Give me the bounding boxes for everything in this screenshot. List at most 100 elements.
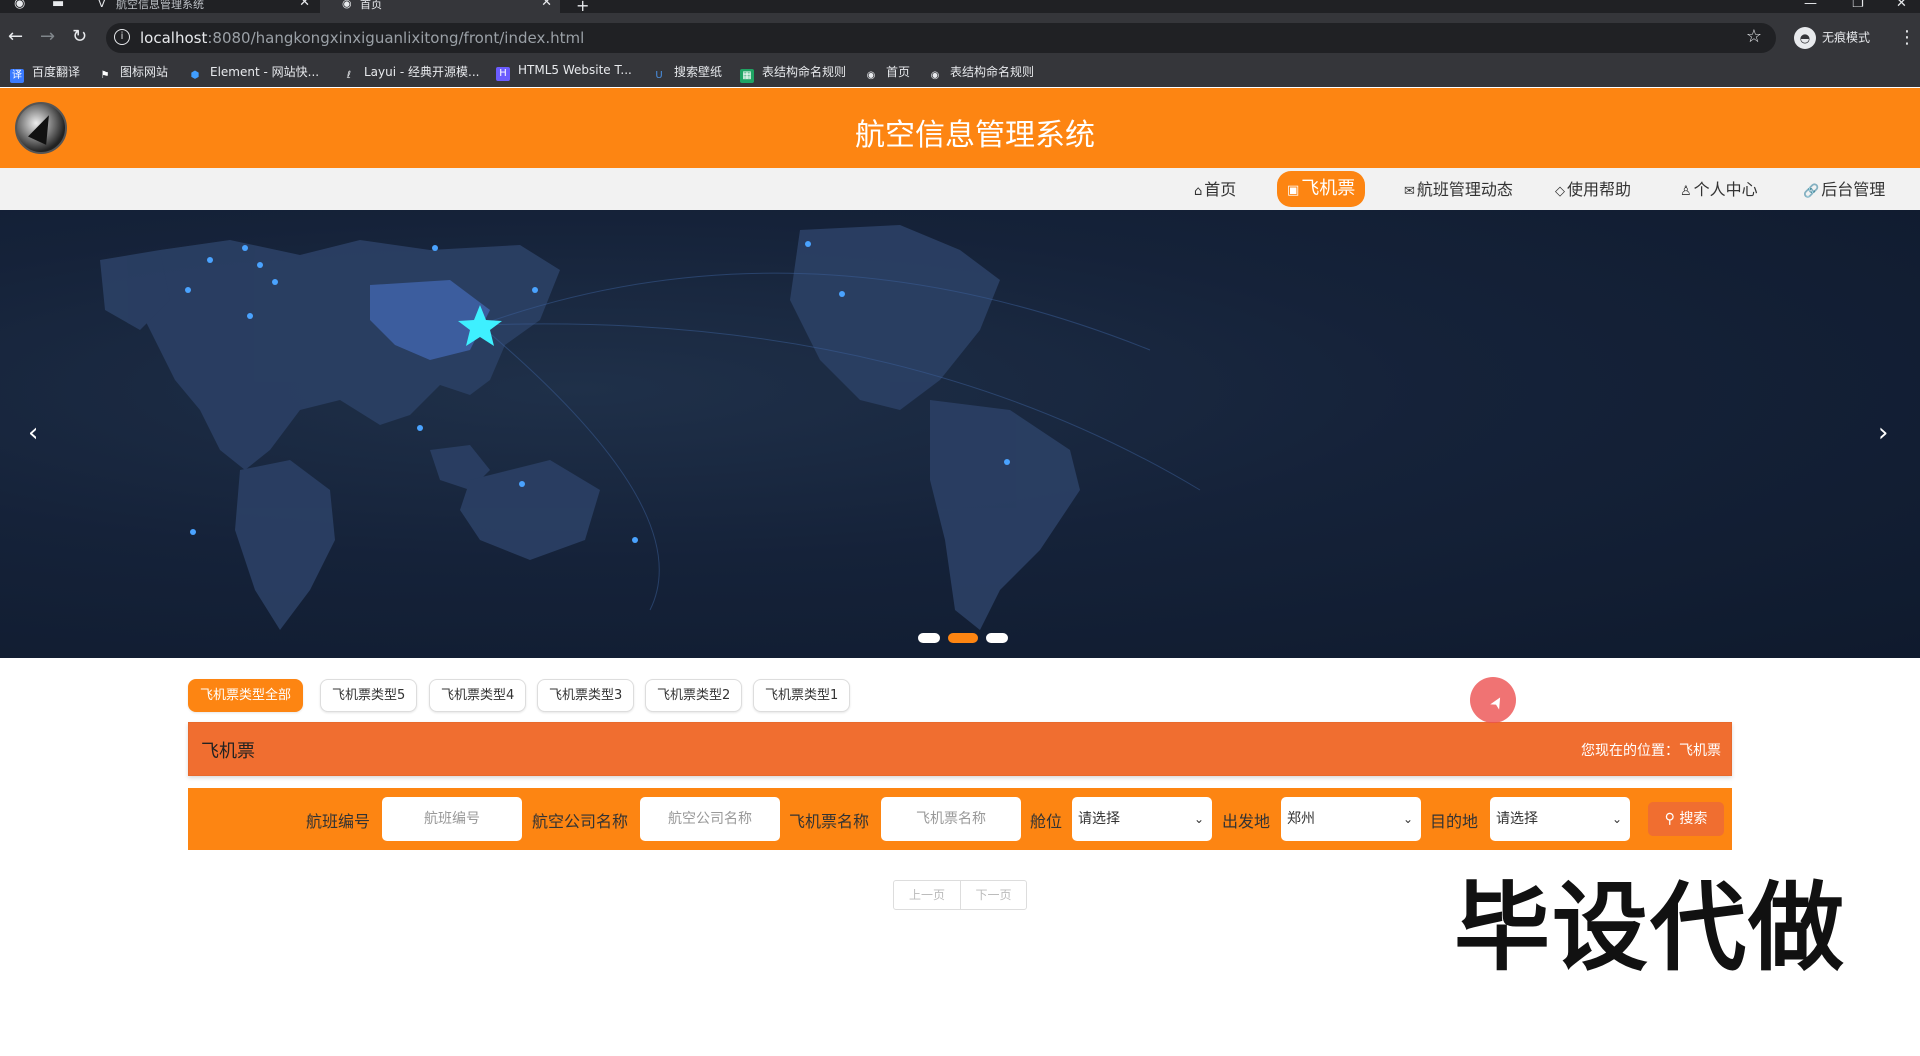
close-icon[interactable]: ✕ — [299, 0, 310, 9]
prev-page-button[interactable]: 上一页 — [894, 881, 960, 909]
nav-label: 后台管理 — [1821, 180, 1886, 199]
watermark-text: 毕设代做 — [1454, 872, 1846, 984]
minimize-icon[interactable]: — — [1804, 0, 1817, 11]
mail-icon: ✉ — [1404, 184, 1415, 199]
carousel-next-icon[interactable]: › — [1878, 418, 1888, 448]
browser-tab-1[interactable]: ◉ 首页 ✕ — [320, 0, 560, 13]
browser-tab-strip: ◉ ▬ V 航空信息管理系统 ✕ ◉ 首页 ✕ + — ❐ ✕ — [0, 0, 1920, 15]
browser-menu-icon[interactable]: ◉ — [14, 0, 25, 11]
site-info-icon[interactable]: i — [114, 29, 130, 45]
flight-no-label: 航班编号 — [306, 812, 371, 831]
url-path: :8080/hangkongxinxiguanlixitong/front/in… — [207, 29, 585, 47]
bookmark-2[interactable]: ⬢ Element - 网站快... — [188, 63, 319, 83]
carousel-prev-icon[interactable]: ‹ — [28, 418, 38, 448]
search-button-label: 搜索 — [1679, 811, 1708, 827]
nav-item-profile[interactable]: ♙ 个人中心 — [1680, 177, 1758, 203]
bookmark-5[interactable]: U 搜索壁纸 — [652, 63, 722, 83]
flight-no-input[interactable]: 航班编号 — [382, 797, 522, 841]
translate-icon: 译 — [10, 69, 24, 83]
bookmark-7[interactable]: ◉ 首页 — [864, 63, 910, 83]
browser-tab-title: 首页 — [360, 0, 382, 11]
category-type5[interactable]: 飞机票类型5 — [320, 679, 418, 712]
search-button[interactable]: ⚲ 搜索 — [1648, 802, 1724, 836]
nav-label: 个人中心 — [1693, 180, 1758, 199]
nav-item-flight-news[interactable]: ✉ 航班管理动态 — [1404, 177, 1513, 203]
search-filter-bar: 航班编号 航班编号 航空公司名称 航空公司名称 飞机票名称 飞机票名称 舱位 请… — [188, 788, 1732, 850]
bookmark-3[interactable]: ℓ Layui - 经典开源模... — [342, 63, 480, 83]
element-icon: ⬢ — [190, 70, 200, 81]
site-header: 航空信息管理系统 — [0, 88, 1920, 168]
nav-label: 使用帮助 — [1567, 180, 1632, 199]
next-page-button[interactable]: 下一页 — [960, 881, 1026, 909]
back-arrow-icon[interactable]: ← — [8, 27, 23, 47]
breadcrumb-current[interactable]: 飞机票 — [1679, 743, 1721, 759]
departure-label: 出发地 — [1222, 812, 1271, 831]
bookmark-0[interactable]: 译百度翻译 — [10, 63, 80, 83]
window-close-icon[interactable]: ✕ — [1896, 0, 1907, 11]
breadcrumb-label: 您现在的位置： — [1581, 743, 1679, 759]
nav-item-home[interactable]: ⌂ 首页 — [1194, 177, 1236, 203]
bookmark-1[interactable]: ⚑ 图标网站 — [98, 63, 169, 83]
banner-carousel: ‹ › — [0, 210, 1920, 658]
tag-icon: ◇ — [1555, 184, 1565, 199]
globe-icon: ◉ — [930, 70, 940, 81]
chevron-down-icon: ⌄ — [1193, 812, 1204, 826]
forward-arrow-icon[interactable]: → — [40, 27, 55, 47]
bookmark-label: 百度翻译 — [32, 65, 81, 79]
html5-icon: H — [496, 67, 510, 81]
vue-icon: V — [98, 0, 106, 10]
nav-item-help[interactable]: ◇ 使用帮助 — [1555, 177, 1631, 203]
carousel-dot[interactable] — [986, 633, 1008, 643]
cabin-select-value: 请选择 — [1078, 811, 1120, 827]
destination-select[interactable]: 请选择 ⌄ — [1490, 797, 1630, 841]
nav-item-admin[interactable]: 🔗 后台管理 — [1803, 177, 1885, 203]
home-icon: ⌂ — [1194, 184, 1203, 199]
nav-item-tickets[interactable]: ▣ 飞机票 — [1277, 171, 1366, 207]
search-icon: ⚲ — [1664, 811, 1680, 827]
url-text[interactable]: localhost:8080/hangkongxinxiguanlixitong… — [140, 29, 584, 47]
bookmark-4[interactable]: H HTML5 Website T... — [496, 63, 632, 81]
bookmark-8[interactable]: ◉ 表结构命名规则 — [928, 63, 1034, 83]
bookmark-6[interactable]: ▦ 表结构命名规则 — [740, 63, 846, 83]
bookmark-label: HTML5 Website T... — [518, 63, 632, 77]
reload-icon[interactable]: ↻ — [72, 27, 87, 47]
carousel-dot[interactable] — [918, 633, 940, 643]
sheet-icon: ▦ — [740, 69, 754, 83]
world-map-image — [100, 225, 1201, 630]
bookmark-label: Layui - 经典开源模... — [364, 65, 480, 79]
flag-icon: ⚑ — [100, 70, 110, 81]
link-icon: 🔗 — [1803, 184, 1820, 199]
destination-select-value: 请选择 — [1496, 811, 1538, 827]
carousel-indicators — [918, 628, 1016, 647]
tab-search-icon[interactable]: ▬ — [52, 0, 64, 11]
incognito-icon: ◓ — [1794, 27, 1816, 49]
section-title: 飞机票 — [201, 741, 255, 762]
bookmark-label: Element - 网站快... — [210, 65, 320, 79]
category-type2[interactable]: 飞机票类型2 — [645, 679, 743, 712]
close-icon[interactable]: ✕ — [541, 0, 552, 9]
category-type4[interactable]: 飞机票类型4 — [429, 679, 527, 712]
ticket-name-input[interactable]: 飞机票名称 — [881, 797, 1021, 841]
cabin-select[interactable]: 请选择 ⌄ — [1072, 797, 1212, 841]
address-bar[interactable]: i localhost:8080/hangkongxinxiguanlixito… — [106, 23, 1776, 53]
main-nav: ⌂ 首页 ▣ 飞机票 ✉ 航班管理动态 ◇ 使用帮助 ♙ 个人中心 🔗 后台管理 — [0, 168, 1920, 210]
category-type1[interactable]: 飞机票类型1 — [753, 679, 851, 712]
bookmark-star-icon[interactable]: ☆ — [1746, 26, 1762, 47]
incognito-profile[interactable]: ◓ 无痕模式 — [1794, 27, 1870, 49]
airline-input[interactable]: 航空公司名称 — [640, 797, 780, 841]
nav-label: 航班管理动态 — [1416, 180, 1513, 199]
category-all[interactable]: 飞机票类型全部 — [188, 679, 304, 712]
category-type3[interactable]: 飞机票类型3 — [537, 679, 635, 712]
site-title: 航空信息管理系统 — [855, 118, 1095, 153]
browser-tab-0[interactable]: V 航空信息管理系统 ✕ — [76, 0, 318, 13]
browser-tab-title: 航空信息管理系统 — [116, 0, 204, 11]
departure-select[interactable]: 郑州 ⌄ — [1281, 797, 1421, 841]
bookmark-label: 首页 — [886, 65, 911, 79]
carousel-dot-active[interactable] — [948, 633, 978, 643]
layui-icon: ℓ — [346, 70, 352, 81]
section-header: 飞机票 您现在的位置：飞机票 — [188, 722, 1732, 776]
cursor-highlight — [1470, 677, 1516, 723]
more-menu-icon[interactable]: ⋮ — [1898, 27, 1916, 48]
breadcrumb: 您现在的位置：飞机票 — [1581, 740, 1721, 760]
restore-icon[interactable]: ❐ — [1852, 0, 1864, 11]
